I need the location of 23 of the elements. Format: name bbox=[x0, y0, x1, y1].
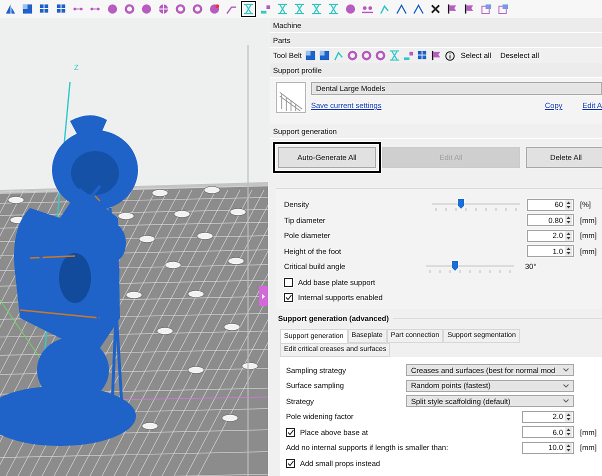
slider-track[interactable] bbox=[426, 260, 514, 273]
profile-thumbnail bbox=[276, 82, 306, 113]
spinner-icon[interactable] bbox=[565, 412, 572, 422]
spinner-icon[interactable] bbox=[565, 200, 572, 210]
slider-track[interactable] bbox=[432, 198, 520, 211]
checkbox[interactable] bbox=[284, 292, 293, 302]
spinner-icon[interactable] bbox=[565, 230, 572, 241]
checkbox[interactable] bbox=[284, 278, 293, 286]
slider-thumb[interactable] bbox=[452, 260, 458, 271]
chevron-icon bbox=[563, 368, 569, 372]
spinner-icon[interactable] bbox=[565, 215, 572, 226]
slider-thumb[interactable] bbox=[458, 198, 464, 209]
chevron-icon bbox=[563, 399, 569, 404]
info-icon[interactable] bbox=[444, 50, 455, 60]
spinner-icon[interactable] bbox=[565, 427, 572, 438]
spinner-icon[interactable] bbox=[565, 442, 572, 453]
checkbox[interactable] bbox=[286, 428, 295, 437]
panel-toggle-handle[interactable] bbox=[259, 286, 268, 306]
toolbar-icon[interactable] bbox=[240, 1, 256, 17]
tool-icon[interactable] bbox=[430, 50, 442, 61]
spinner-icon[interactable] bbox=[565, 246, 572, 256]
chevron-icon bbox=[563, 384, 569, 388]
checkbox[interactable] bbox=[286, 458, 295, 468]
